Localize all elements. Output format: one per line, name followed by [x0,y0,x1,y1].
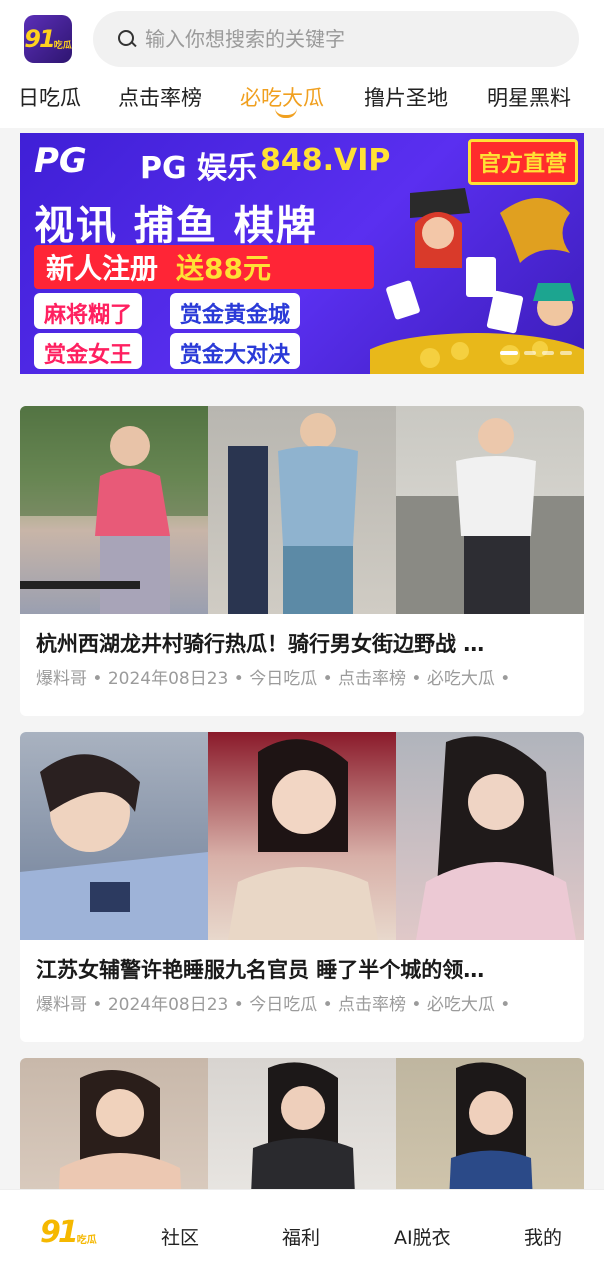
bottom-navigation: 91 吃瓜 社区 福利 AI脱衣 我的 [0,1190,604,1279]
thumbnail-image [208,406,396,614]
tab-daily[interactable]: 日吃瓜 [18,82,81,112]
active-tab-indicator [275,108,297,118]
banner-pagination [500,351,572,355]
tab-video-spot[interactable]: 撸片圣地 [364,82,448,112]
post-meta: 爆料哥 • 2024年08日23 • 今日吃瓜 • 点击率榜 • 必吃大瓜 • [36,995,511,1015]
banner-signup-strip: 新人注册 送88元 [34,245,374,289]
logo-number: 91 [24,25,55,53]
category-tabs: 日吃瓜 点击率榜 必吃大瓜 撸片圣地 明星黑料 [0,78,604,122]
banner-categories: 视讯 捕鱼 棋牌 [34,203,318,249]
promo-banner[interactable]: PG PG 娱乐 848.VIP 官方直营 视讯 捕鱼 棋牌 新人注册 送88元… [20,133,584,374]
banner-tag: 赏金大对决 [170,333,301,369]
post-thumbnails [20,732,584,940]
post-title[interactable]: 江苏女辅警许艳睡服九名官员 睡了半个城的领… [36,954,566,984]
logo-subtitle: 吃瓜 [53,40,72,51]
thumbnail-image [396,406,584,614]
banner-tag: 麻将糊了 [34,293,143,329]
banner-tag: 赏金女王 [34,333,143,369]
post-card[interactable]: 江苏女辅警许艳睡服九名官员 睡了半个城的领… 爆料哥 • 2024年08日23 … [20,732,584,1042]
nav-home-logo: 91 [40,1215,79,1250]
banner-brand: PG 娱乐 [140,151,258,186]
pagination-dot[interactable] [500,351,518,355]
nav-profile[interactable]: 我的 [524,1223,562,1250]
app-screen: 91 吃瓜 日吃瓜 点击率榜 必吃大瓜 撸片圣地 明星黑料 PG PG 娱乐 8… [0,0,604,1279]
pagination-dot[interactable] [524,351,536,355]
search-input[interactable] [145,27,545,51]
post-title[interactable]: 杭州西湖龙井村骑行热瓜！骑行男女街边野战 … [36,628,566,658]
thumbnail-image [208,732,396,940]
post-meta: 爆料哥 • 2024年08日23 • 今日吃瓜 • 点击率榜 • 必吃大瓜 • [36,669,511,689]
nav-ai-undress[interactable]: AI脱衣 [394,1223,451,1250]
nav-community[interactable]: 社区 [161,1223,199,1250]
app-logo[interactable]: 91 吃瓜 [24,15,72,63]
thumbnail-image [20,732,208,940]
pagination-dot[interactable] [560,351,572,355]
search-bar[interactable] [93,11,579,67]
banner-tag: 赏金黄金城 [170,293,301,329]
banner-logo: PG [34,141,87,181]
pagination-dot[interactable] [542,351,554,355]
thumbnail-image [396,732,584,940]
top-header: 91 吃瓜 日吃瓜 点击率榜 必吃大瓜 撸片圣地 明星黑料 [0,0,604,128]
banner-bonus: 送88元 [176,252,271,285]
nav-benefits[interactable]: 福利 [282,1223,320,1250]
thumbnail-image [20,406,208,614]
post-thumbnails [20,406,584,614]
tab-click-rank[interactable]: 点击率榜 [118,82,202,112]
banner-new-user: 新人注册 [46,252,159,285]
post-card[interactable]: 杭州西湖龙井村骑行热瓜！骑行男女街边野战 … 爆料哥 • 2024年08日23 … [20,406,584,716]
nav-home-logo-sub: 吃瓜 [76,1235,97,1246]
nav-home[interactable]: 91 吃瓜 [40,1215,97,1250]
tab-celebrity[interactable]: 明星黑料 [487,82,571,112]
banner-illustration [370,188,584,374]
search-icon[interactable] [117,29,137,49]
